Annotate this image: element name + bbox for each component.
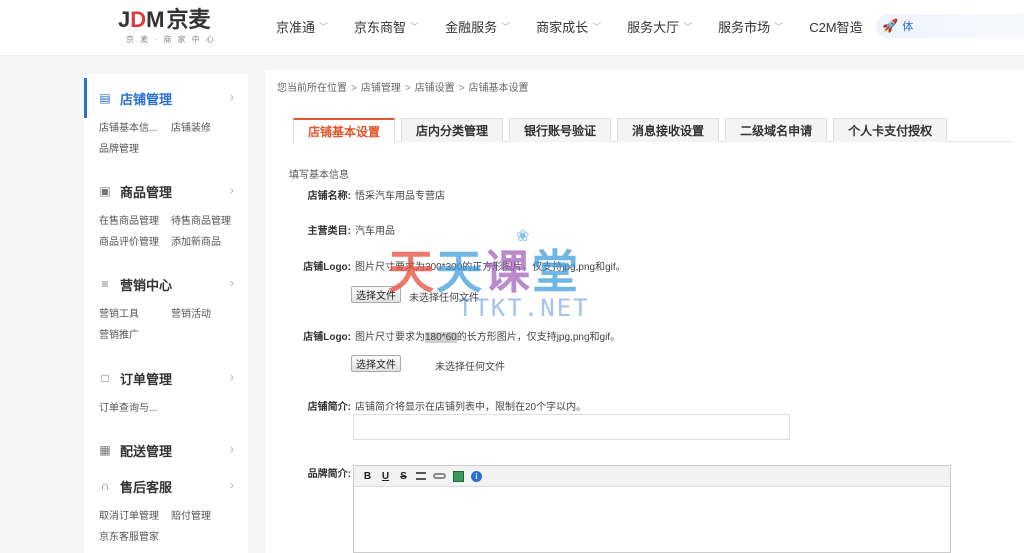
nav-item-service-hall[interactable]: 服务大厅 ﹀	[627, 17, 692, 36]
delivery-icon: ▦	[99, 443, 111, 457]
logo-rect-hint: 图片尺寸要求为180*60的长方形图片，仅支持jpg,png和gif。	[355, 332, 621, 343]
sidebar-link-marketing-promo[interactable]: 营销推广	[99, 325, 171, 346]
sidebar-section-marketing: ≡ 营销中心 › 营销工具 营销活动 营销推广	[84, 264, 248, 346]
chevron-right-icon: ›	[230, 442, 234, 456]
chevron-down-icon: ﹀	[683, 21, 693, 32]
chevron-down-icon: ﹀	[592, 21, 602, 32]
brand-intro-editor[interactable]: B U S i	[353, 465, 951, 553]
choose-file-button-square[interactable]: 选择文件	[351, 286, 401, 303]
nav-item-finance[interactable]: 金融服务 ﹀	[445, 17, 510, 36]
nav-item-jingzhuntong[interactable]: 京准通 ﹀	[276, 17, 328, 36]
choose-file-button-rect[interactable]: 选择文件	[351, 355, 401, 372]
sidebar-section-product: ▣ 商品管理 › 在售商品管理 待售商品管理 商品评价管理 添加新商品	[84, 171, 248, 253]
chevron-right-icon: ›	[230, 183, 234, 197]
bold-button[interactable]: B	[362, 471, 373, 482]
horizontal-rule-icon[interactable]	[416, 472, 426, 480]
intro-label: 店铺简介:	[307, 402, 351, 413]
underline-button[interactable]: U	[380, 471, 391, 482]
chevron-right-icon: ›	[230, 370, 234, 384]
main-nav: 京准通 ﹀ 京东商智 ﹀ 金融服务 ﹀ 商家成长 ﹀ 服务大厅 ﹀ 服务市场 ﹀ C2M智造	[276, 0, 889, 52]
sidebar-link-cs-butler[interactable]: 京东客服管家	[99, 527, 171, 548]
brand-intro-label: 品牌简介:	[307, 469, 351, 480]
info-icon[interactable]: i	[471, 470, 482, 482]
store-name-label: 店铺名称:	[307, 191, 351, 202]
editor-toolbar: B U S i	[354, 466, 950, 487]
store-name-value: 悟采汽车用品专营店	[355, 191, 445, 202]
category-label: 主营类目:	[307, 226, 351, 237]
sidebar-link-store-decor[interactable]: 店铺装修	[171, 118, 243, 139]
sidebar-link-compensation[interactable]: 赔付管理	[171, 506, 243, 527]
image-icon[interactable]	[453, 470, 464, 482]
form-section-title: 填写基本信息	[289, 170, 349, 181]
logo-square-label: 店铺Logo:	[303, 262, 351, 273]
chevron-right-icon: ›	[230, 276, 234, 290]
sidebar-item-product-management[interactable]: ▣ 商品管理 ›	[84, 171, 248, 211]
sidebar-section-store: ▤ 店铺管理 › 店铺基本信... 店铺装修 品牌管理	[84, 78, 248, 160]
chevron-down-icon: ﹀	[319, 21, 329, 32]
link-icon[interactable]	[433, 473, 446, 479]
document-icon: □	[101, 371, 109, 385]
sidebar-link-store-info[interactable]: 店铺基本信...	[99, 118, 171, 139]
sidebar-item-order-management[interactable]: □ 订单管理 ›	[84, 358, 248, 398]
no-file-text-square: 未选择任何文件	[409, 293, 479, 304]
nav-item-growth[interactable]: 商家成长 ﹀	[536, 17, 601, 36]
nav-item-service-market[interactable]: 服务市场 ﹀	[718, 17, 783, 36]
sidebar-link-add-product[interactable]: 添加新商品	[171, 232, 243, 253]
sidebar-item-delivery-management[interactable]: ▦ 配送管理 ›	[84, 430, 248, 470]
sidebar-section-orders: □ 订单管理 › 订单查询与...	[84, 358, 248, 419]
sidebar: ▤ 店铺管理 › 店铺基本信... 店铺装修 品牌管理 ▣ 商品管理 › 在售商…	[84, 74, 248, 553]
sidebar-link-on-sale[interactable]: 在售商品管理	[99, 211, 171, 232]
logo-square-hint: 图片尺寸要求为300*300的正方形图片，仅支持jpg,png和gif。	[355, 262, 626, 273]
nav-item-c2m[interactable]: C2M智造	[809, 17, 862, 36]
jdm-logo[interactable]: JDM京麦 京 麦 · 商 家 中 心	[118, 8, 218, 48]
strikethrough-button[interactable]: S	[398, 471, 409, 482]
chevron-down-icon: ﹀	[501, 21, 511, 32]
no-file-text-rect: 未选择任何文件	[435, 362, 505, 373]
chevron-down-icon: ﹀	[410, 21, 420, 32]
headset-icon: ∩	[100, 479, 110, 493]
sidebar-link-brand[interactable]: 品牌管理	[99, 139, 171, 160]
sidebar-link-marketing-tools[interactable]: 营销工具	[99, 304, 171, 325]
package-icon: ▣	[99, 184, 111, 198]
sidebar-link-marketing-activity[interactable]: 营销活动	[171, 304, 243, 325]
top-bar: JDM京麦 京 麦 · 商 家 中 心 京准通 ﹀ 京东商智 ﹀ 金融服务 ﹀ 商家成…	[0, 0, 1024, 56]
experience-banner[interactable]: 🚀 体	[876, 14, 1024, 38]
store-icon: ▤	[99, 91, 111, 105]
sidebar-link-cancel-orders[interactable]: 取消订单管理	[99, 506, 171, 527]
sidebar-link-reviews[interactable]: 商品评价管理	[99, 232, 171, 253]
intro-hint: 店铺简介将显示在店铺列表中，限制在20个字以内。	[355, 402, 587, 413]
basic-settings-form: 填写基本信息 店铺名称: 悟采汽车用品专营店 主营类目: 汽车用品 店铺Logo…	[265, 70, 1024, 553]
sidebar-section-aftersales: ∩ 售后客服 › 取消订单管理 赔付管理 京东客服管家	[84, 466, 248, 548]
chevron-down-icon: ﹀	[774, 21, 784, 32]
main-content: 您当前所在位置 > 店铺管理 > 店铺设置 > 店铺基本设置 店铺基本设置 店内分类管理 银…	[265, 70, 1024, 553]
logo-slogan: 京 麦 · 商 家 中 心	[126, 35, 216, 44]
chevron-right-icon: ›	[230, 478, 234, 492]
sidebar-link-pending-sale[interactable]: 待售商品管理	[171, 211, 243, 232]
chevron-right-icon: ›	[230, 90, 234, 104]
logo-rect-label: 店铺Logo:	[303, 332, 351, 343]
rocket-icon: 🚀	[882, 18, 899, 33]
sidebar-link-order-query[interactable]: 订单查询与...	[99, 398, 171, 419]
chart-icon: ≡	[101, 277, 109, 291]
nav-item-shangzhi[interactable]: 京东商智 ﹀	[354, 17, 419, 36]
category-value: 汽车用品	[355, 226, 395, 237]
sidebar-item-aftersales[interactable]: ∩ 售后客服 ›	[84, 466, 248, 506]
sidebar-item-store-management[interactable]: ▤ 店铺管理 ›	[84, 78, 248, 118]
sidebar-section-delivery: ▦ 配送管理 ›	[84, 430, 248, 470]
sidebar-item-marketing-center[interactable]: ≡ 营销中心 ›	[84, 264, 248, 304]
store-intro-input[interactable]	[353, 414, 790, 440]
